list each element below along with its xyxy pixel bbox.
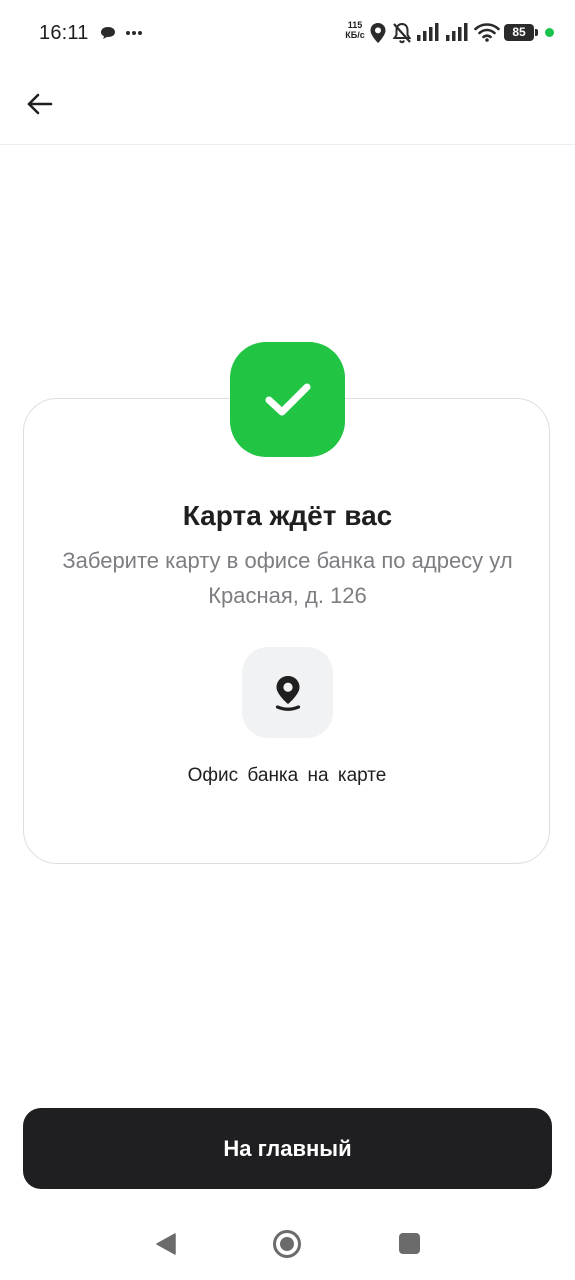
status-time: 16:11 <box>39 22 89 44</box>
network-speed-value: 115 <box>347 20 363 30</box>
info-card <box>23 398 550 864</box>
nav-back-icon[interactable] <box>154 1232 178 1256</box>
back-button[interactable] <box>20 84 60 124</box>
network-speed-unit: КБ/с <box>345 30 365 40</box>
success-badge <box>230 342 345 457</box>
nav-home-icon[interactable] <box>272 1229 302 1259</box>
nav-recents-icon[interactable] <box>399 1233 420 1254</box>
card-description: Заберите карту в офисе банка по адресу у… <box>62 548 513 608</box>
checkmark-icon <box>265 383 310 415</box>
battery-tip <box>535 29 538 36</box>
bell-off-icon <box>392 22 412 44</box>
battery-level: 85 <box>512 25 526 39</box>
more-dots-icon <box>126 31 142 35</box>
location-icon <box>370 23 386 43</box>
chat-bubble-icon <box>101 27 115 39</box>
card-title: Карта ждёт вас <box>182 500 393 531</box>
wifi-icon <box>474 23 500 42</box>
map-office-label[interactable]: Офис банка на карте <box>187 762 387 790</box>
map-pin-icon <box>275 675 300 711</box>
status-bar: 16:11 115 КБ/с 85 <box>0 0 575 64</box>
map-office-button[interactable] <box>242 647 333 738</box>
network-speed: 115 КБ/с <box>342 20 368 40</box>
arrow-left-icon <box>27 93 53 115</box>
battery-icon: 85 <box>504 24 534 41</box>
signal-icon <box>417 23 439 41</box>
app-bar-divider <box>0 144 575 145</box>
home-button[interactable]: На главный <box>23 1108 552 1189</box>
signal-icon <box>446 23 468 41</box>
privacy-indicator-dot <box>545 28 554 37</box>
